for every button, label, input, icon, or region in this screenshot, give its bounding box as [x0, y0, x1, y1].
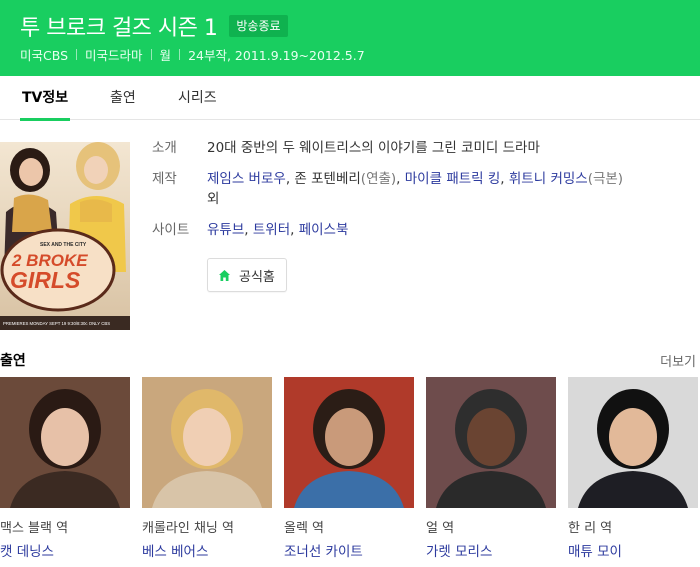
meta-genre: 미국드라마 — [85, 48, 143, 63]
separator-text: , — [500, 171, 509, 187]
cast-card[interactable]: 한 리 역매튜 모이 — [568, 377, 698, 560]
site-label: 사이트 — [152, 222, 190, 238]
cast-photo[interactable] — [142, 377, 272, 508]
separator-text: , — [290, 222, 299, 238]
producer-link-james-burrows[interactable]: 제임스 버로우 — [207, 171, 286, 187]
meta-divider — [179, 49, 181, 60]
producer-link-whitney-cummings[interactable]: 휘트니 커밍스 — [509, 171, 588, 187]
meta-episodes: 24부작, 2011.9.19~2012.5.7 — [188, 48, 365, 63]
producer-role-writer: (극본) — [587, 171, 624, 187]
intro-label: 소개 — [152, 140, 177, 156]
poster-image[interactable]: SEX AND THE CITY 2 BROKE GIRLS PREMIERES… — [0, 142, 130, 330]
cast-name-link[interactable]: 가렛 모리스 — [426, 540, 556, 560]
cast-name-link[interactable]: 조너선 카이트 — [284, 540, 414, 560]
cast-card[interactable]: 올렉 역조너선 카이트 — [284, 377, 414, 560]
meta-divider — [150, 49, 152, 60]
info-row-intro: 소개 20대 중반의 두 웨이트리스의 이야기를 그린 코미디 드라마 — [152, 138, 692, 158]
cast-role: 한 리 역 — [568, 521, 613, 536]
cast-card[interactable]: 맥스 블랙 역캣 데닝스 — [0, 377, 130, 560]
official-home-label: 공식홈 — [239, 269, 275, 285]
cast-role: 얼 역 — [426, 521, 455, 536]
intro-value: 20대 중반의 두 웨이트리스의 이야기를 그린 코미디 드라마 — [207, 140, 540, 156]
title-row: 투 브로크 걸즈 시즌 1 방송종료 — [20, 10, 288, 42]
cast-photo[interactable] — [568, 377, 698, 508]
separator-text: , — [244, 222, 253, 238]
page-title[interactable]: 투 브로크 걸즈 시즌 1 — [20, 10, 218, 42]
cast-photo[interactable] — [426, 377, 556, 508]
poster-footer: PREMIERES MONDAY SEPT 19 9:30/8:30c ONLY… — [3, 321, 110, 326]
cast-name-link[interactable]: 캣 데닝스 — [0, 540, 130, 560]
meta-airday: 월 — [159, 48, 172, 63]
cast-card[interactable]: 캐롤라인 채닝 역베스 베어스 — [142, 377, 272, 560]
tab-series[interactable]: 시리즈 — [178, 76, 217, 120]
cast-role: 맥스 블랙 역 — [0, 521, 69, 536]
home-icon — [219, 269, 230, 281]
producer-link-michael-patrick-king[interactable]: 마이클 패트릭 킹 — [405, 171, 501, 187]
site-link-twitter[interactable]: 트위터 — [253, 222, 290, 238]
cast-section-title: 출연 — [0, 353, 26, 369]
cast-photo[interactable] — [284, 377, 414, 508]
producer-etc: 외 — [207, 191, 220, 207]
site-link-facebook[interactable]: 페이스북 — [299, 222, 349, 238]
poster-logo-line2: GIRLS — [10, 267, 81, 293]
meta-divider — [76, 49, 78, 60]
info-row-site: 사이트 유튜브, 트위터, 페이스북 — [152, 220, 692, 240]
producer-role-director: (연출) — [360, 171, 397, 187]
cast-name-link[interactable]: 베스 베어스 — [142, 540, 272, 560]
site-link-youtube[interactable]: 유튜브 — [207, 222, 244, 238]
info-row-production: 제작 제임스 버로우, 존 포텐베리(연출), 마이클 패트릭 킹, 휘트니 커… — [152, 169, 692, 209]
more-link[interactable]: 더보기 — [660, 351, 696, 370]
separator-text: , — [396, 171, 405, 187]
title-header: 투 브로크 걸즈 시즌 1 방송종료 미국CBS 미국드라마 월 24부작, 2… — [0, 0, 700, 76]
tab-tv-info[interactable]: TV정보 — [19, 76, 71, 121]
cast-name-link[interactable]: 매튜 모이 — [568, 540, 698, 560]
poster-tagline: SEX AND THE CITY — [40, 242, 87, 248]
cast-card[interactable]: 얼 역가렛 모리스 — [426, 377, 556, 560]
cast-photo[interactable] — [0, 377, 130, 508]
producer-text: , 존 포텐베리 — [285, 171, 361, 187]
site-value: 유튜브, 트위터, 페이스북 — [207, 220, 348, 240]
tab-cast[interactable]: 출연 — [110, 76, 136, 120]
cast-role: 캐롤라인 채닝 역 — [142, 521, 234, 536]
meta-row: 미국CBS 미국드라마 월 24부작, 2011.9.19~2012.5.7 — [20, 45, 365, 64]
production-label: 제작 — [152, 171, 177, 187]
info-panel: 소개 20대 중반의 두 웨이트리스의 이야기를 그린 코미디 드라마 제작 제… — [152, 138, 692, 251]
meta-network: 미국CBS — [20, 48, 69, 63]
tab-bar: TV정보 출연 시리즈 — [0, 76, 700, 121]
status-badge: 방송종료 — [229, 15, 288, 37]
official-home-button[interactable]: 공식홈 — [207, 258, 287, 292]
production-value: 제임스 버로우, 존 포텐베리(연출), 마이클 패트릭 킹, 휘트니 커밍스(… — [207, 169, 677, 209]
cast-role: 올렉 역 — [284, 521, 325, 536]
